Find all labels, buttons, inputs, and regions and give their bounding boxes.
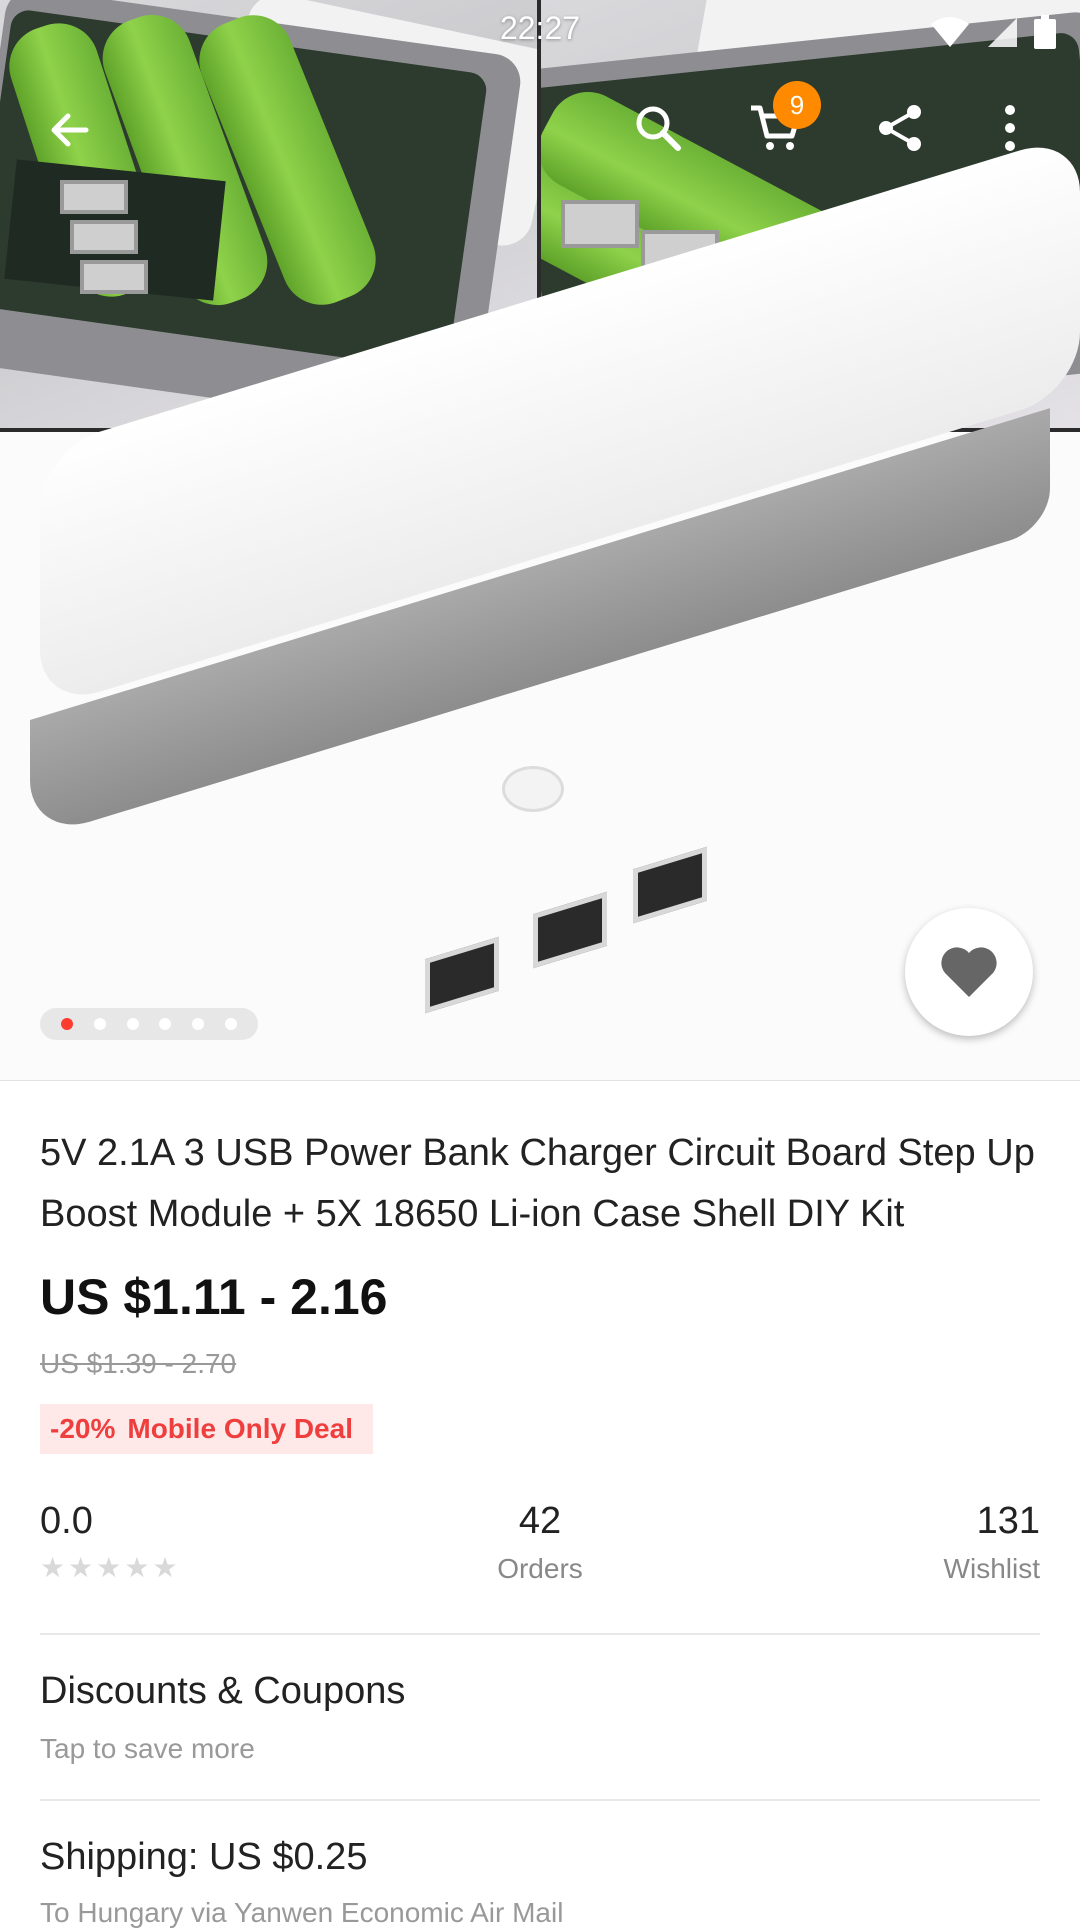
share-icon [879,105,921,151]
wifi-icon [931,17,969,47]
cart-count-badge: 9 [773,81,821,129]
heart-icon [941,947,997,997]
gallery-dot[interactable] [225,1018,238,1030]
rating-stat[interactable]: 0.0 ★ ★ ★ ★ ★ [40,1500,178,1583]
star-icon: ★ [40,1552,66,1583]
power-bank-button [502,766,564,812]
more-vertical-icon [1005,105,1015,151]
gallery-dot[interactable] [192,1018,205,1030]
gallery-page-indicator [40,1008,258,1040]
section-divider [0,1080,1080,1081]
discounts-subtitle: Tap to save more [40,1733,255,1764]
wishlist-count: 131 [976,1500,1040,1542]
star-icon: ★ [152,1552,178,1583]
star-icon: ★ [96,1552,122,1583]
search-button[interactable] [618,88,698,168]
rating-stars: ★ ★ ★ ★ ★ [40,1553,178,1583]
deal-percent: -20% [50,1413,116,1444]
product-price: US $1.11 - 2.16 [40,1269,388,1325]
status-time: 22:27 [499,10,581,46]
section-divider [40,1633,1040,1635]
deal-label: Mobile Only Deal [127,1413,353,1444]
product-stats: 0.0 ★ ★ ★ ★ ★ 42 Orders 131 Wishlist [40,1500,1040,1600]
orders-label: Orders [497,1553,583,1584]
status-icons [930,12,1056,52]
star-icon: ★ [68,1552,94,1583]
cell-signal-icon [988,18,1017,47]
product-title: 5V 2.1A 3 USB Power Bank Charger Circuit… [40,1132,1035,1235]
gallery-dot[interactable] [159,1018,172,1030]
gallery-dot[interactable] [126,1018,139,1030]
shipping-title: Shipping: US $0.25 [40,1836,368,1878]
gallery-dot-active[interactable] [60,1018,73,1030]
share-button[interactable] [860,88,940,168]
add-to-wishlist-button[interactable] [905,908,1033,1036]
discounts-title: Discounts & Coupons [40,1670,406,1712]
wishlist-label: Wishlist [943,1553,1040,1584]
original-price: US $1.39 - 2.70 [40,1348,237,1379]
battery-icon [1034,15,1056,49]
mobile-deal-badge: -20% Mobile Only Deal [40,1404,373,1454]
orders-count: 42 [518,1500,562,1542]
gallery-dot[interactable] [93,1018,106,1030]
shipping-subtitle: To Hungary via Yanwen Economic Air Mail [40,1897,564,1928]
wishlist-stat: 131 Wishlist [944,1500,1040,1585]
back-button[interactable] [30,90,110,170]
orders-stat: 42 Orders [460,1500,620,1585]
search-icon [636,106,681,151]
arrow-left-icon [51,113,89,147]
rating-value: 0.0 [40,1500,93,1542]
section-divider [40,1799,1040,1801]
more-options-button[interactable] [980,88,1040,168]
star-icon: ★ [124,1552,150,1583]
